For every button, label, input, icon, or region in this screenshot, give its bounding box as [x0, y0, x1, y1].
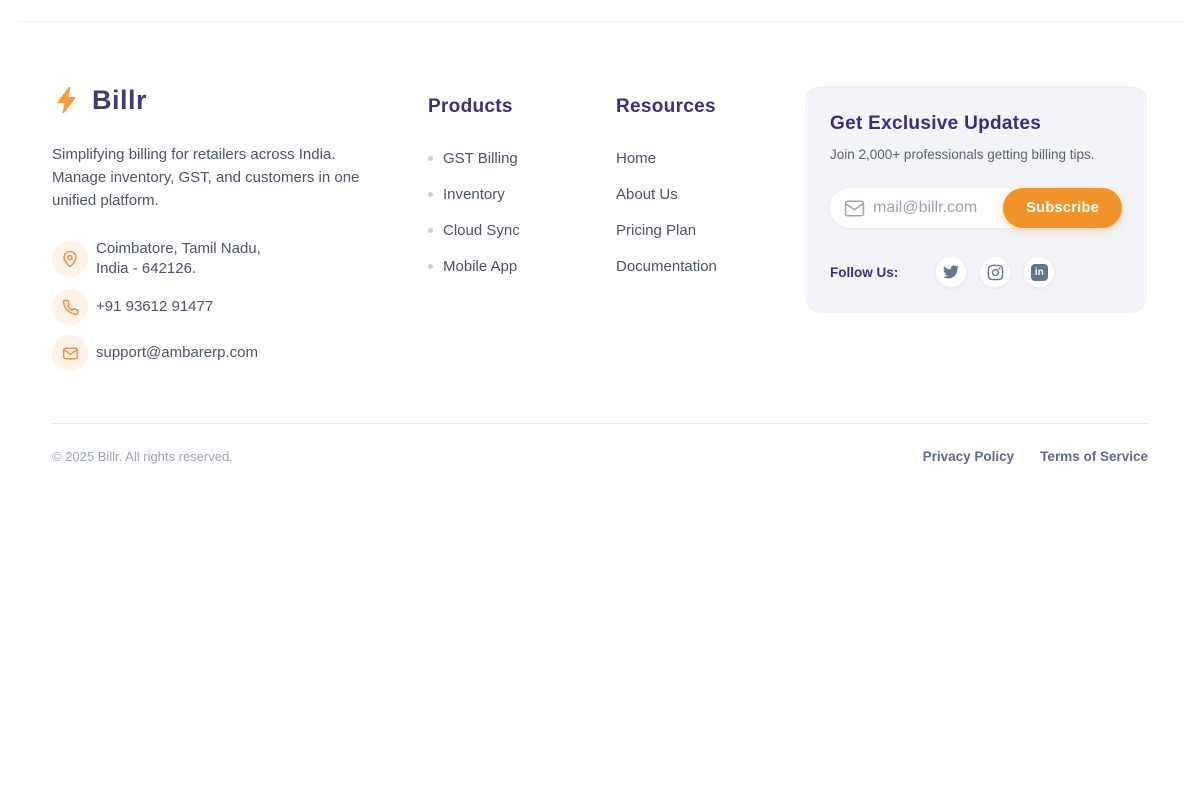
product-link-inventory[interactable]: Inventory [428, 183, 616, 206]
brand-column: Billr Simplifying billing for retailers … [52, 84, 402, 381]
mail-icon [844, 200, 865, 217]
twitter-icon[interactable] [935, 256, 967, 288]
resource-link-label[interactable]: Home [616, 150, 656, 167]
product-link-mobile-app[interactable]: Mobile App [428, 255, 616, 278]
bullet-dot-icon [428, 264, 433, 269]
resource-link-label[interactable]: Documentation [616, 258, 717, 275]
brand-name: Billr [92, 85, 147, 116]
resource-link-pricing-plan[interactable]: Pricing Plan [616, 219, 805, 242]
resource-link-label[interactable]: Pricing Plan [616, 222, 696, 239]
products-list: GST Billing Inventory Cloud Sync Mobile … [428, 147, 616, 278]
subscribe-button[interactable]: Subscribe [1003, 188, 1122, 228]
brand-logo: Billr [52, 84, 402, 116]
products-column: Products GST Billing Inventory Cloud Syn… [428, 84, 616, 291]
resource-link-label[interactable]: About Us [616, 186, 678, 203]
newsletter-subtitle: Join 2,000+ professionals getting billin… [830, 147, 1122, 162]
product-link-label[interactable]: Mobile App [443, 258, 517, 275]
resources-title: Resources [616, 96, 805, 118]
follow-us-label: Follow Us: [830, 265, 898, 280]
bullet-dot-icon [428, 228, 433, 233]
map-pin-icon [52, 241, 88, 277]
instagram-icon[interactable] [979, 256, 1011, 288]
privacy-policy-link[interactable]: Privacy Policy [923, 449, 1015, 464]
product-link-cloud-sync[interactable]: Cloud Sync [428, 219, 616, 242]
footer: Billr Simplifying billing for retailers … [52, 84, 1148, 464]
brand-description: Simplifying billing for retailers across… [52, 143, 364, 212]
product-link-label[interactable]: Inventory [443, 186, 505, 203]
email-input[interactable] [873, 199, 1003, 217]
social-icons: in [935, 256, 1055, 288]
resource-link-home[interactable]: Home [616, 147, 805, 170]
product-link-gst-billing[interactable]: GST Billing [428, 147, 616, 170]
resources-list: Home About Us Pricing Plan Documentation [616, 147, 805, 278]
contact-address-text: Coimbatore, Tamil Nadu, India - 642126. [96, 239, 261, 279]
subscribe-form: Subscribe [830, 188, 1122, 228]
resource-link-documentation[interactable]: Documentation [616, 255, 805, 278]
linkedin-glyph: in [1031, 264, 1048, 281]
footer-bottom-bar: © 2025 Billr. All rights reserved. Priva… [52, 423, 1148, 464]
contact-address: Coimbatore, Tamil Nadu, India - 642126. [52, 239, 402, 279]
product-link-label[interactable]: Cloud Sync [443, 222, 520, 239]
contact-phone-text: +91 93612 91477 [96, 297, 213, 317]
contact-list: Coimbatore, Tamil Nadu, India - 642126. … [52, 239, 402, 371]
newsletter-title: Get Exclusive Updates [830, 113, 1122, 135]
address-line-1: Coimbatore, Tamil Nadu, [96, 240, 261, 257]
footer-page: Billr Simplifying billing for retailers … [0, 0, 1200, 800]
newsletter-card: Get Exclusive Updates Join 2,000+ profes… [805, 86, 1147, 313]
top-divider [17, 21, 1185, 22]
legal-links: Privacy Policy Terms of Service [923, 449, 1148, 464]
bullet-dot-icon [428, 192, 433, 197]
contact-email-text: support@ambarerp.com [96, 343, 258, 363]
bullet-dot-icon [428, 156, 433, 161]
contact-phone[interactable]: +91 93612 91477 [52, 289, 402, 325]
mail-icon [52, 335, 88, 371]
phone-icon [52, 289, 88, 325]
follow-us-row: Follow Us: in [830, 256, 1122, 288]
linkedin-icon[interactable]: in [1023, 256, 1055, 288]
terms-of-service-link[interactable]: Terms of Service [1040, 449, 1148, 464]
contact-email[interactable]: support@ambarerp.com [52, 335, 402, 371]
address-line-2: India - 642126. [96, 260, 196, 277]
resources-column: Resources Home About Us Pricing Plan Doc… [616, 84, 805, 291]
footer-main: Billr Simplifying billing for retailers … [52, 84, 1148, 423]
resource-link-about-us[interactable]: About Us [616, 183, 805, 206]
lightning-bolt-icon [52, 84, 82, 116]
copyright-text: © 2025 Billr. All rights reserved. [52, 449, 233, 464]
products-title: Products [428, 96, 616, 118]
product-link-label[interactable]: GST Billing [443, 150, 518, 167]
